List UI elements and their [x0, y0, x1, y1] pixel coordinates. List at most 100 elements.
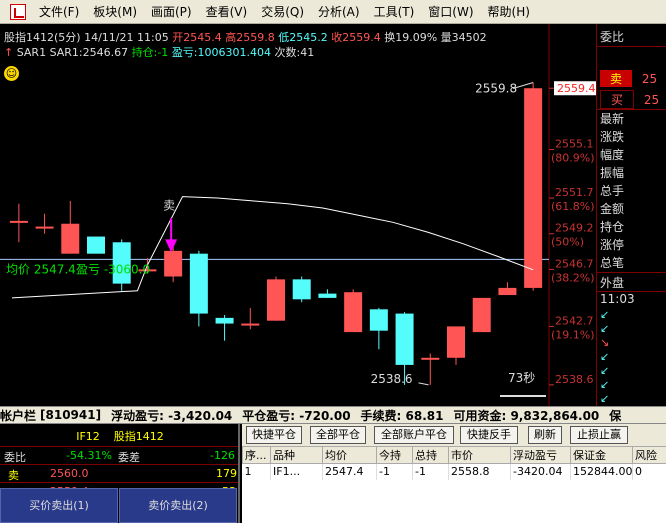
close-all-accounts-button[interactable]: 全部账户平仓 — [374, 426, 454, 444]
min-pointer — [418, 382, 429, 386]
order-contract-title: IF12 股指1412 — [0, 428, 240, 444]
y-tick-pct: (61.8%) — [551, 200, 595, 213]
candle-body — [369, 309, 388, 331]
candle-body — [447, 326, 465, 358]
positions-panel: 快捷平仓 全部平仓 全部账户平仓 快捷反手 刷新 止损止赢 序... 品种 均价… — [242, 424, 666, 523]
menu-trade[interactable]: 交易(Q) — [254, 0, 311, 24]
table-row[interactable]: 1 IF1... 2547.4 -1 -1 2558.8 -3420.04 15… — [242, 463, 666, 480]
fee: 手续费: 68.81 — [360, 408, 444, 423]
quick-close-button[interactable]: 快捷平仓 — [246, 426, 302, 444]
y-tick-label: 2551.7 — [555, 186, 594, 199]
ratio-label: 委比 — [4, 451, 26, 464]
col-risk[interactable]: 风险 — [632, 446, 666, 464]
sell-at-ask-button[interactable]: 卖价卖出(2) — [119, 488, 237, 523]
cell-float-pnl: -3420.04 — [510, 463, 571, 480]
divider — [597, 46, 666, 47]
refresh-button[interactable]: 刷新 — [528, 426, 562, 444]
buy-row[interactable]: 买 25 — [597, 90, 666, 109]
candle-body — [61, 223, 80, 254]
order-sell-price: 2560.0 — [50, 467, 89, 480]
col-product[interactable]: 品种 — [270, 446, 323, 464]
tick-arrow-icon: ↙ — [600, 350, 610, 363]
col-float-pnl[interactable]: 浮动盈亏 — [510, 446, 571, 464]
high-label: 高2559.8 — [225, 31, 275, 44]
smiley-icon[interactable]: ☺ — [4, 66, 19, 81]
open-label: 开2545.4 — [172, 31, 222, 44]
stop-loss-profit-button[interactable]: 止损止赢 — [570, 426, 628, 444]
order-sell-row[interactable]: 卖 2560.0 179 — [0, 464, 238, 482]
candle-body — [9, 220, 28, 223]
y-tick-label: 2538.6 — [555, 373, 594, 386]
candle-body — [524, 88, 543, 288]
candlestick-chart[interactable]: 2559.4 2555.1 (80.9%) 2551.7 (61.8%) 2549.2 (5… — [0, 24, 596, 406]
sar-value: SAR1:2546.67 — [49, 46, 129, 59]
account-id[interactable]: [810941] — [40, 408, 101, 422]
pnl-value: 盈亏:1006301.404 — [171, 46, 272, 59]
y-tick-label: 2542.7 — [555, 314, 594, 327]
tick-arrow-icon: ↙ — [600, 308, 610, 321]
y-tick-pct: (19.1%) — [551, 328, 595, 341]
y-tick-pct: (38.2%) — [551, 271, 595, 284]
cell-risk: 0 — [632, 463, 666, 480]
menu-help[interactable]: 帮助(H) — [481, 0, 537, 24]
tick-time: 11:03 — [600, 292, 635, 306]
sell-row[interactable]: 卖 25 — [597, 70, 666, 87]
turnover-label: 换19.09% — [384, 31, 438, 44]
tick-arrow-icon: ↙ — [600, 322, 610, 335]
candle-body — [395, 313, 414, 365]
menu-tools[interactable]: 工具(T) — [367, 0, 422, 24]
y-tick-label: 2549.2 — [555, 222, 594, 235]
period-label: (5分) — [54, 31, 81, 44]
sell-price: 25 — [641, 72, 658, 86]
y-tick-label: 2555.1 — [555, 138, 594, 151]
col-margin[interactable]: 保证金 — [570, 446, 633, 464]
datetime-label: 14/11/21 11:05 — [84, 31, 169, 44]
candle-body — [318, 293, 337, 298]
stat-latest: 最新 — [600, 112, 625, 126]
quote-panel: 委比 卖 25 买 25 最新 涨跌 幅度 振幅 总手 金额 持仓 涨停 总笔 … — [596, 24, 666, 406]
order-ratio-row: 委比 -54.31% 委差 -126 — [0, 446, 238, 464]
position-pnl-label: 盈亏 -3060.0 — [76, 262, 150, 276]
hold-value: 持仓:-1 — [131, 46, 169, 59]
available-funds: 可用资金: 9,832,864.00 — [453, 408, 600, 423]
stat-pct: 幅度 — [600, 148, 625, 162]
buy-label: 买 — [600, 90, 635, 109]
quick-reverse-button[interactable]: 快捷反手 — [460, 426, 518, 444]
tick-arrow-icon: ↙ — [600, 364, 610, 377]
contract-name: 股指1412 — [113, 430, 164, 443]
cell-seq: 1 — [242, 463, 271, 480]
timer-label: 73秒 — [508, 371, 536, 385]
cell-total-hold: -1 — [412, 463, 449, 480]
diff-value: -126 — [210, 449, 235, 462]
order-sell-label: 卖 — [8, 469, 19, 482]
volume-label: 量34502 — [440, 31, 487, 44]
signal-label: 卖 — [163, 198, 175, 212]
menu-sector[interactable]: 板块(M) — [86, 0, 144, 24]
up-arrow-icon: ↑ — [4, 46, 14, 59]
menu-view[interactable]: 查看(V) — [199, 0, 255, 24]
menu-analysis[interactable]: 分析(A) — [311, 0, 367, 24]
col-seq[interactable]: 序... — [242, 446, 271, 464]
col-total-hold[interactable]: 总持 — [412, 446, 449, 464]
sell-at-bid-button[interactable]: 买价卖出(1) — [0, 488, 118, 523]
sell-signal-arrow-icon — [165, 239, 178, 253]
col-today-hold[interactable]: 今持 — [376, 446, 413, 464]
menu-screen[interactable]: 画面(P) — [144, 0, 199, 24]
divider — [597, 272, 666, 273]
menu-window[interactable]: 窗口(W) — [421, 0, 480, 24]
ratio-value: -54.31% — [66, 449, 112, 462]
col-avg-price[interactable]: 均价 — [322, 446, 377, 464]
indicator-header: ↑ SAR1 SAR1:2546.67 持仓:-1 盈亏:1006301.404… — [4, 44, 314, 60]
symbol-label: 股指1412 — [4, 31, 54, 44]
stat-change: 涨跌 — [600, 130, 625, 144]
y-tick-pct: (80.9%) — [551, 152, 595, 165]
close-all-button[interactable]: 全部平仓 — [310, 426, 366, 444]
candle-body — [472, 297, 491, 333]
app-chart-icon[interactable] — [10, 3, 26, 20]
indicator-name[interactable]: SAR1 — [17, 46, 46, 59]
col-market-price[interactable]: 市价 — [448, 446, 511, 464]
menu-file[interactable]: 文件(F) — [32, 0, 86, 24]
stat-total-hands: 总手 — [600, 184, 625, 198]
candle-body — [189, 253, 208, 314]
table-header-row: 序... 品种 均价 今持 总持 市价 浮动盈亏 保证金 风险 — [242, 446, 666, 464]
